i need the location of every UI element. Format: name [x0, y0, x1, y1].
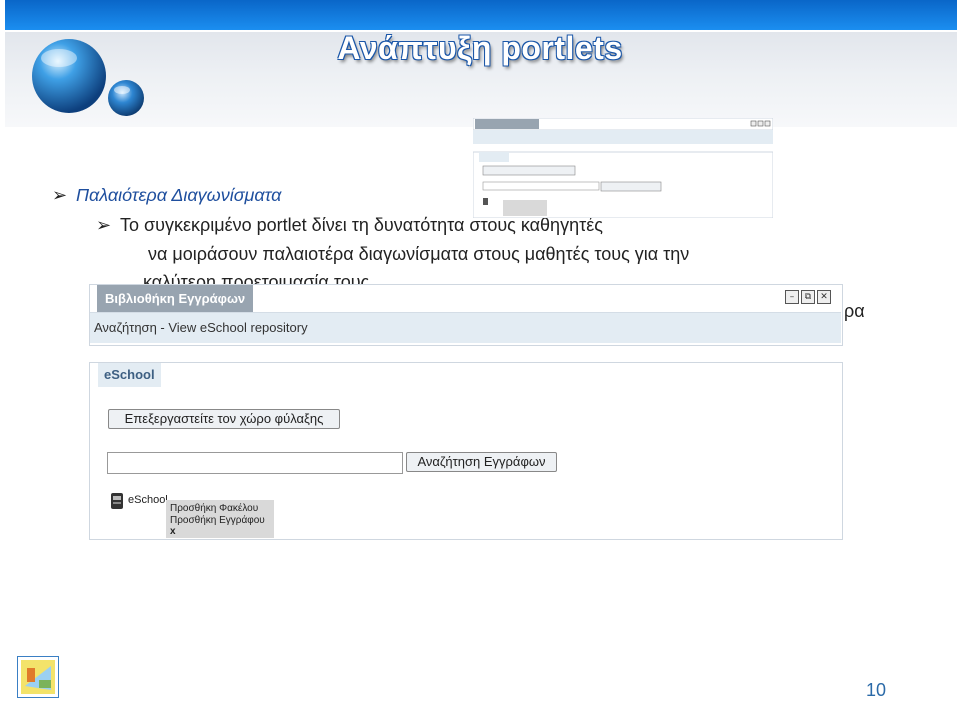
portlet-thumbnail — [473, 118, 773, 218]
bullet-old-exams: ➢ Παλαιότερα Διαγωνίσματα — [52, 185, 281, 206]
tree-item-eschool[interactable]: eSchool — [128, 494, 168, 506]
arrow-bullet-icon: ➢ — [52, 185, 68, 205]
search-input[interactable] — [107, 452, 403, 474]
arrow-bullet-icon: ➢ — [96, 215, 112, 235]
close-button[interactable]: ✕ — [817, 290, 831, 304]
portlet-subtitle-bar: Αναζήτηση - View eSchool repository — [90, 312, 841, 343]
menu-item-add-folder[interactable]: Προσθήκη Φακέλου — [170, 503, 258, 514]
portlet-title: Βιβλιοθήκη Εγγράφων — [97, 285, 254, 312]
portlet-subtitle: Αναζήτηση - View eSchool repository — [94, 320, 308, 335]
school-logo-icon — [17, 656, 59, 698]
edit-repository-button[interactable]: Επεξεργαστείτε τον χώρο φύλαξης — [108, 409, 340, 429]
search-documents-button[interactable]: Αναζήτηση Εγγράφων — [406, 452, 557, 472]
section-tab-eschool[interactable]: eSchool — [98, 363, 161, 387]
bullet-continuation: να μοιράσουν παλαιοτέρα διαγωνίσματα στο… — [148, 244, 690, 264]
minimize-button[interactable]: – — [785, 290, 799, 304]
bullet-text: Το συγκεκριμένο portlet δίνει τη δυνατότ… — [120, 215, 603, 235]
bullet-text: Παλαιότερα Διαγωνίσματα — [76, 185, 282, 205]
bullet-portlet-desc: ➢ Το συγκεκριμένο portlet δίνει τη δυνατό… — [96, 215, 603, 236]
menu-item-add-document[interactable]: Προσθήκη Εγγράφου — [170, 515, 265, 526]
menu-close-icon[interactable]: x — [170, 526, 176, 537]
page-number: 10 — [866, 680, 887, 700]
maximize-button[interactable]: ⧉ — [801, 290, 815, 304]
slide-title: Ανάπτυξη portlets — [337, 30, 623, 66]
folder-icon[interactable] — [110, 492, 124, 510]
context-menu: Προσθήκη Φακέλου Προσθήκη Εγγράφου x — [166, 500, 274, 538]
header-band — [5, 0, 957, 30]
hidden-text-fragment: ρα — [844, 301, 865, 321]
